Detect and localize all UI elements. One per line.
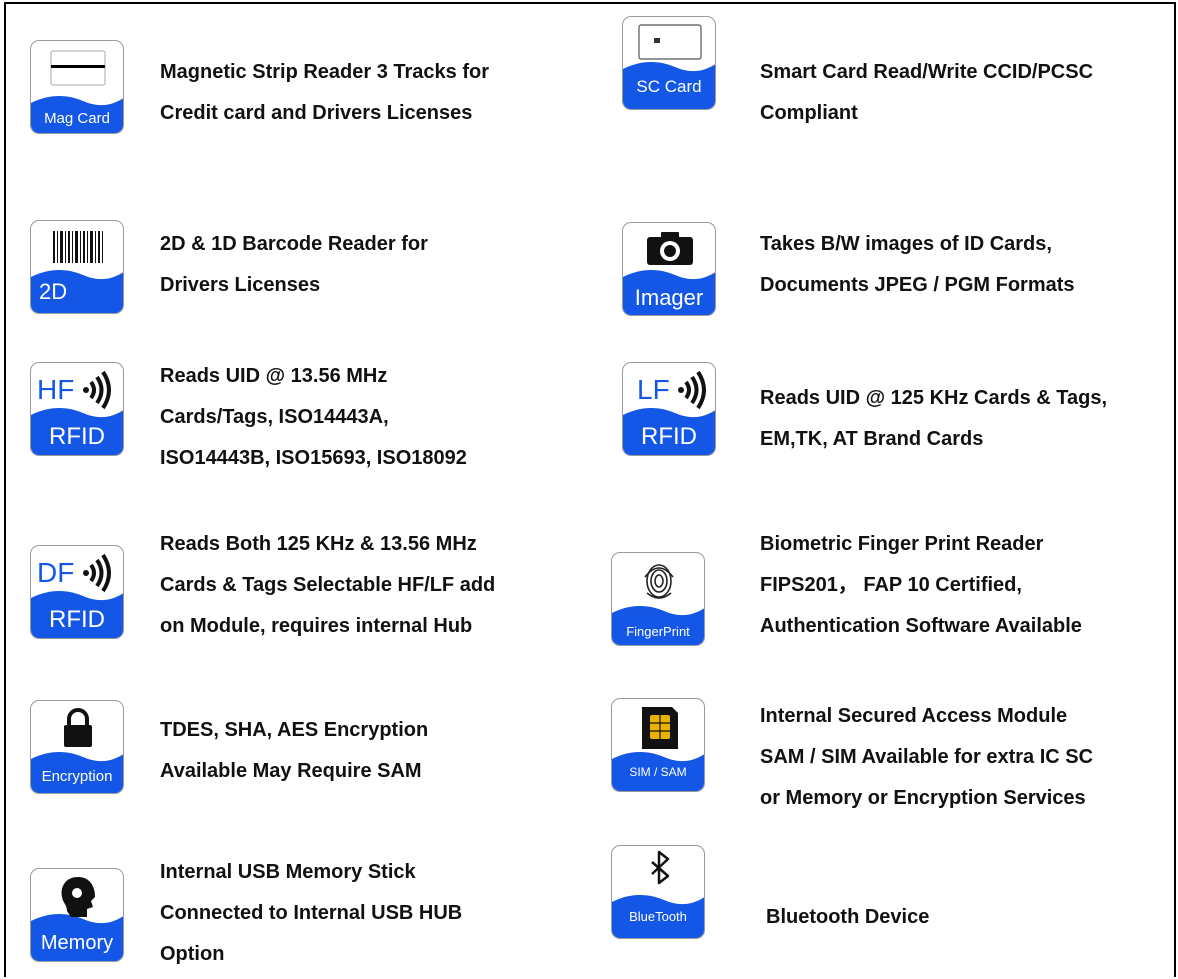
description-line: Takes B/W images of ID Cards,	[760, 233, 1052, 255]
document-frame	[4, 2, 1176, 977]
lf-rfid-description: Reads UID @ 125 KHz Cards & Tags, EM,TK,…	[760, 378, 1107, 460]
bluetooth-icon-label: BlueTooth	[629, 909, 687, 924]
bluetooth-description: Bluetooth Device	[766, 897, 929, 938]
hf-rfid-description: Reads UID @ 13.56 MHz Cards/Tags, ISO144…	[160, 356, 467, 479]
description-line: Reads Both 125 KHz & 13.56 MHz	[160, 533, 477, 555]
hf-rfid-icon: HF RFID	[30, 362, 124, 456]
lock-icon: Encryption	[30, 700, 124, 794]
mag-card-description: Magnetic Strip Reader 3 Tracks for Credi…	[160, 52, 489, 134]
description-line: on Module, requires internal Hub	[160, 615, 473, 637]
fingerprint-icon-label: FingerPrint	[626, 624, 690, 639]
description-line: FIPS201， FAP 10 Certified,	[760, 574, 1022, 596]
description-line: Internal Secured Access Module	[760, 705, 1068, 727]
svg-text:HF: HF	[37, 374, 74, 405]
df-rfid-icon-label: RFID	[49, 606, 105, 633]
description-line: Cards/Tags, ISO14443A,	[160, 406, 389, 428]
hf-rfid-icon-label: RFID	[49, 423, 105, 450]
lf-rfid-icon-label: RFID	[641, 423, 697, 450]
imager-description: Takes B/W images of ID Cards, Documents …	[760, 224, 1075, 306]
sim-sam-description: Internal Secured Access Module SAM / SIM…	[760, 696, 1093, 819]
description-line: EM,TK, AT Brand Cards	[760, 428, 984, 450]
description-line: Smart Card Read/Write CCID/PCSC	[760, 61, 1094, 83]
description-line: TDES, SHA, AES Encryption	[160, 719, 429, 741]
mag-card-icon: Mag Card	[30, 40, 124, 134]
camera-icon-label: Imager	[634, 285, 704, 310]
description-line: Authentication Software Available	[760, 615, 1082, 637]
description-line: Compliant	[760, 102, 858, 124]
svg-text:LF: LF	[637, 374, 670, 405]
svg-text:DF: DF	[37, 557, 74, 588]
memory-head-icon: Memory	[30, 868, 124, 962]
barcode-icon-label: 2D	[39, 279, 68, 304]
description-line: ISO14443B, ISO15693, ISO18092	[160, 447, 467, 469]
barcode-description: 2D & 1D Barcode Reader for Drivers Licen…	[160, 224, 428, 306]
lf-rfid-icon: LF RFID	[622, 362, 716, 456]
memory-icon-label: Memory	[40, 932, 114, 954]
description-line: SAM / SIM Available for extra IC SC	[760, 746, 1094, 768]
encryption-description: TDES, SHA, AES Encryption Available May …	[160, 710, 428, 792]
fingerprint-icon: FingerPrint	[611, 552, 705, 646]
lock-icon-label: Encryption	[41, 768, 113, 785]
description-line: Documents JPEG / PGM Formats	[760, 274, 1075, 296]
description-line: Cards & Tags Selectable HF/LF add	[160, 574, 496, 596]
sim-card-icon-label: SIM / SAM	[629, 765, 687, 779]
df-rfid-description: Reads Both 125 KHz & 13.56 MHz Cards & T…	[160, 524, 495, 647]
description-line: Biometric Finger Print Reader	[760, 533, 1044, 555]
sim-card-icon: SIM / SAM	[611, 698, 705, 792]
description-line: Internal USB Memory Stick	[160, 861, 416, 883]
description-line: Available May Require SAM	[160, 760, 422, 782]
fingerprint-description: Biometric Finger Print Reader FIPS201， F…	[760, 524, 1082, 647]
description-line: Drivers Licenses	[160, 274, 321, 296]
description-line: Option	[160, 943, 225, 965]
description-line: Bluetooth Device	[766, 906, 930, 928]
description-line: Connected to Internal USB HUB	[160, 902, 463, 924]
description-line: or Memory or Encryption Services	[760, 787, 1086, 809]
df-rfid-icon: DF RFID	[30, 545, 124, 639]
smart-card-icon-label: SC Card	[636, 77, 702, 96]
bluetooth-icon: BlueTooth	[611, 845, 705, 939]
memory-description: Internal USB Memory Stick Connected to I…	[160, 852, 462, 975]
description-line: Reads UID @ 125 KHz Cards & Tags,	[760, 387, 1108, 409]
smart-card-description: Smart Card Read/Write CCID/PCSC Complian…	[760, 52, 1093, 134]
camera-icon: Imager	[622, 222, 716, 316]
description-line: Magnetic Strip Reader 3 Tracks for	[160, 61, 490, 83]
smart-card-icon: SC Card	[622, 16, 716, 110]
barcode-icon: 2D	[30, 220, 124, 314]
description-line: 2D & 1D Barcode Reader for	[160, 233, 428, 255]
description-line: Credit card and Drivers Licenses	[160, 102, 473, 124]
description-line: Reads UID @ 13.56 MHz	[160, 365, 388, 387]
mag-card-icon-label: Mag Card	[44, 110, 110, 127]
